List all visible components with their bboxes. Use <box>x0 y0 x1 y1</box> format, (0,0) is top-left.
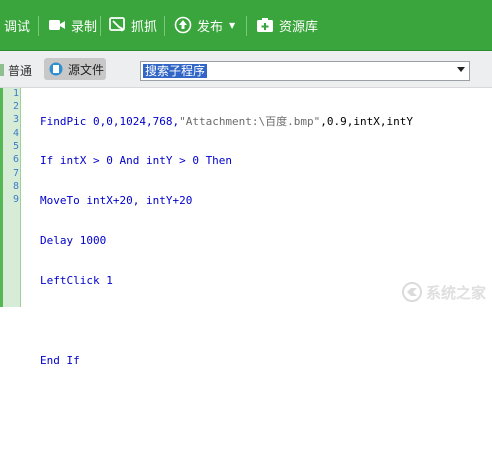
toolbar-divider <box>164 16 165 36</box>
capture-icon <box>109 17 125 32</box>
code-editor[interactable]: FindPic 0,0,1024,768,"Attachment:\百度.bmp… <box>40 88 413 460</box>
capture-button[interactable]: 抓抓 <box>108 0 157 50</box>
publish-button[interactable]: 发布 ▼ <box>174 0 235 50</box>
code-line: Delay 1000 <box>40 234 107 248</box>
dropdown-selected-value: 搜索子程序 <box>143 64 208 78</box>
source-file-icon <box>49 62 63 76</box>
record-label: 录制 <box>71 19 98 35</box>
code-line: MoveTo intX+20, intY+20 <box>40 194 193 208</box>
line-number: 4 <box>12 128 19 139</box>
debug-label: 调试 <box>4 19 31 35</box>
resource-library-button[interactable]: 资源库 <box>256 0 318 50</box>
line-number: 8 <box>12 181 19 192</box>
mode-normal-label: 普通 <box>8 63 33 78</box>
mode-source-label: 源文件 <box>68 62 105 77</box>
code-line: LeftClick 1 <box>40 274 113 288</box>
main-toolbar: 调试 录制 抓抓 发布 ▼ 资源库 <box>0 0 492 51</box>
line-number: 1 <box>12 88 19 99</box>
toolbar-divider <box>38 16 39 36</box>
line-number: 7 <box>12 168 19 179</box>
editor-subbar: 普通 源文件 搜索子程序 <box>0 51 492 88</box>
line-number: 3 <box>12 114 19 125</box>
watermark-logo-icon <box>401 282 422 302</box>
line-number: 6 <box>12 154 19 165</box>
grid-icon <box>0 64 4 76</box>
code-line: End If <box>40 353 80 367</box>
line-number: 9 <box>12 194 19 205</box>
toolbar-divider <box>246 16 247 36</box>
mode-source-tab[interactable]: 源文件 <box>44 58 106 80</box>
code-line: If intX > 0 And intY > 0 Then <box>40 154 233 168</box>
debug-button[interactable]: 调试 <box>4 0 30 50</box>
subroutine-search-dropdown[interactable]: 搜索子程序 <box>140 61 470 81</box>
toolbar-divider <box>100 16 101 36</box>
code-line: FindPic 0,0,1024,768,"Attachment:\百度.bmp… <box>40 114 414 128</box>
plus-box-icon <box>257 18 273 32</box>
watermark: 系统之家 <box>401 281 486 303</box>
chevron-down-icon: ▼ <box>229 20 236 30</box>
record-button[interactable]: 录制 <box>48 0 97 50</box>
publish-icon <box>174 16 192 34</box>
line-number: 5 <box>12 141 19 152</box>
watermark-text: 系统之家 <box>425 283 486 302</box>
capture-label: 抓抓 <box>131 19 158 35</box>
line-number: 2 <box>12 101 19 112</box>
publish-label: 发布 <box>197 19 224 35</box>
chevron-down-icon[interactable] <box>457 67 465 72</box>
mode-normal-tab[interactable]: 普通 <box>0 60 32 80</box>
camera-icon <box>49 20 65 30</box>
resource-library-label: 资源库 <box>279 19 319 35</box>
